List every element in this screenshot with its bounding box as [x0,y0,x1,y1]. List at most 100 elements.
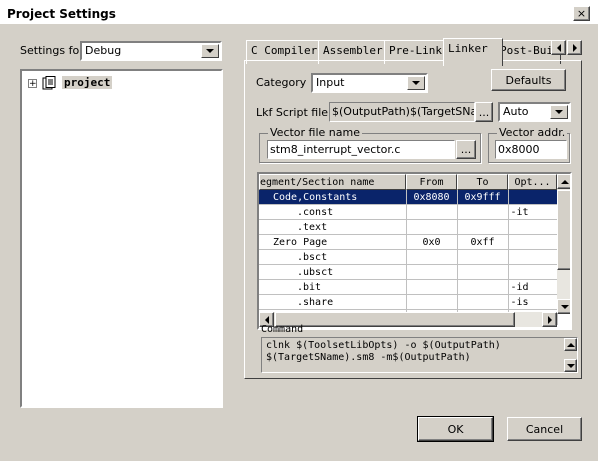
vector-addr-field[interactable]: 0x8000 [495,140,567,159]
chevron-down-icon[interactable] [550,105,568,119]
window-title-bar[interactable]: Project Settings [0,0,598,24]
cell-to [457,264,509,280]
cell-name: Zero Page [259,234,407,250]
cell-from [406,204,458,220]
project-tree[interactable]: + project [20,69,223,408]
arrow-left-icon [556,43,561,52]
cell-from [406,294,458,310]
command-label: Command [261,324,304,335]
cell-name: .share [259,294,407,310]
cell-name: .ubsct [259,264,407,280]
tree-item-project[interactable]: project [62,76,113,89]
command-line-1: clnk $(ToolsetLibOpts) -o $(OutputPath) [266,340,501,351]
cell-to: 0x9fff [457,190,509,205]
cell-to [457,279,509,295]
table-row[interactable]: .share -is [259,294,558,310]
cell-from: 0x8080 [406,190,458,205]
ok-button[interactable]: OK [417,416,494,442]
command-line-2: $(TargetSName).sm8 -m$(OutputPath) [266,352,471,363]
cell-to [457,219,509,235]
cell-opt: -it [508,204,558,220]
table-horizontal-scrollbar[interactable] [259,312,557,327]
table-row[interactable]: Code,Constants 0x8080 0x9fff [259,190,558,205]
category-select[interactable]: Input [311,73,428,93]
arrow-left-icon [264,315,269,324]
table-vertical-scrollbar[interactable] [557,174,570,314]
vector-file-label: Vector file name [268,126,362,139]
tab-scroll-left-button[interactable] [551,40,566,55]
lkf-mode-select[interactable]: Auto [498,102,571,122]
tree-expander-icon[interactable]: + [28,79,37,89]
cell-from [406,219,458,235]
cell-name: .const [259,204,407,220]
arrow-right-icon [572,43,577,52]
cell-opt [508,190,558,205]
cell-to: 0xff [457,234,509,250]
lkf-script-label: Lkf Script file: [256,106,332,119]
cell-opt: -id [508,279,558,295]
arrow-up-icon [560,179,569,184]
cell-name: .bsct [259,249,407,265]
hscroll-thumb[interactable] [275,312,515,327]
close-button[interactable]: × [573,6,590,21]
cell-opt: -is [508,294,558,310]
category-label: Category [256,76,307,89]
command-scroll-down-button[interactable] [564,359,577,372]
settings-for-value: Debug [85,44,122,57]
chevron-down-icon[interactable] [407,76,425,90]
arrow-up-icon [566,342,575,347]
settings-for-label: Settings for: [20,44,88,57]
arrow-down-icon [566,363,575,368]
command-text-area[interactable]: clnk $(ToolsetLibOpts) -o $(OutputPath) … [261,337,578,373]
table-row[interactable]: .ubsct [259,264,558,280]
vector-addr-label: Vector addr. [497,126,568,139]
command-scroll-up-button[interactable] [564,338,577,351]
arrow-down-icon [560,304,569,309]
cell-name: .text [259,219,407,235]
column-header-from[interactable]: From [406,174,457,190]
table-row[interactable]: .bit -id [259,279,558,295]
column-header-name[interactable]: egment/Section name [259,174,406,190]
scroll-up-button[interactable] [557,174,570,189]
cell-from [406,279,458,295]
cell-opt [508,219,558,235]
category-value: Input [316,76,345,89]
tab-linker[interactable]: Linker [443,38,503,66]
cell-to [457,204,509,220]
chevron-down-icon[interactable] [201,44,219,58]
lkf-browse-button[interactable]: ... [475,102,493,122]
cell-to [457,294,509,310]
table-row[interactable]: .bsct [259,249,558,265]
cell-opt [508,249,558,265]
window-title: Project Settings [7,7,116,21]
table-row[interactable]: .const -it [259,204,558,220]
column-header-to[interactable]: To [457,174,508,190]
defaults-button[interactable]: Defaults [491,69,566,91]
scroll-thumb[interactable] [557,190,570,270]
project-icon [42,76,57,90]
table-row[interactable]: Zero Page 0x0 0xff [259,234,558,250]
scroll-down-button[interactable] [557,299,570,314]
cell-to [457,249,509,265]
cell-from [406,264,458,280]
table-row[interactable]: .text [259,219,558,235]
cell-name: Code,Constants [259,190,407,205]
segment-table[interactable]: egment/Section name From To Opt... Code,… [257,172,572,330]
segment-rows: Code,Constants 0x8080 0x9fff .const -it .text… [259,190,558,325]
close-icon: × [576,7,587,20]
lkf-script-field[interactable]: $(OutputPath)$(TargetSName [329,102,475,122]
cell-from: 0x0 [406,234,458,250]
settings-for-select[interactable]: Debug [80,41,222,61]
vector-file-field[interactable]: stm8_interrupt_vector.c [267,140,455,159]
linker-panel: Category Input Defaults Lkf Script file:… [244,60,582,379]
cell-opt [508,234,558,250]
tab-scroll-right-button[interactable] [567,40,582,55]
cell-from [406,249,458,265]
arrow-right-icon [547,315,552,324]
cell-opt [508,264,558,280]
scroll-right-button[interactable] [542,312,557,327]
cancel-button[interactable]: Cancel [507,417,582,441]
lkf-mode-value: Auto [503,105,529,118]
column-header-options[interactable]: Opt... [508,174,557,190]
vector-file-browse-button[interactable]: ... [456,140,476,159]
